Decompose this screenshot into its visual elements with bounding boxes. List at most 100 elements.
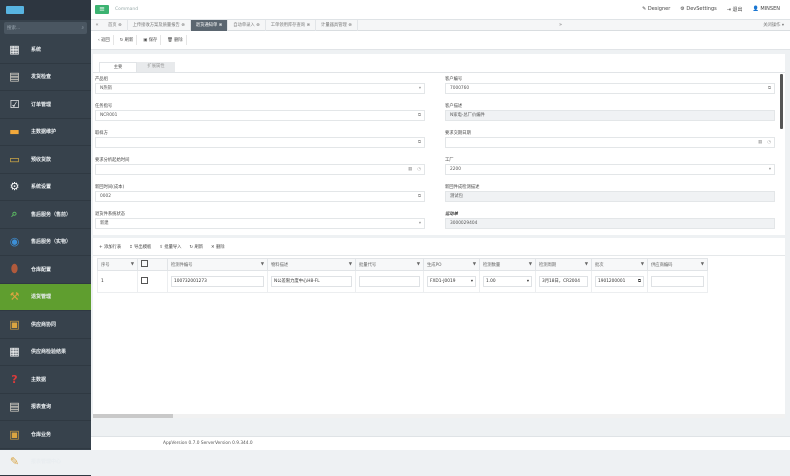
clock-icon[interactable]: ◷	[767, 138, 771, 147]
sidebar-item-7[interactable]: ◉售后服务（实物）	[0, 229, 91, 257]
filter-icon[interactable]: ▼	[585, 262, 588, 267]
back-button[interactable]: ‹ 返回	[95, 35, 114, 45]
sidebar-item-3[interactable]: ▬主数据维护	[0, 119, 91, 147]
grid-tool-button-0[interactable]: + 添加行表	[97, 243, 123, 250]
cell-lot[interactable]	[356, 271, 424, 293]
logout-link[interactable]: ⇥ 退出	[727, 6, 743, 13]
sidebar-item-0[interactable]: ▦系统	[0, 36, 91, 64]
sidebar-item-12[interactable]: ?主数据	[0, 366, 91, 394]
sidebar-item-4[interactable]: ▭预收货款	[0, 146, 91, 174]
sidebar-item-6[interactable]: ⌕售后服务（售前）	[0, 201, 91, 229]
column-header-8[interactable]: 批次▼	[592, 259, 648, 271]
cell-qty[interactable]: 1.00▾	[480, 271, 536, 293]
lookup-icon[interactable]: ⧉	[418, 111, 421, 120]
close-icon[interactable]: ⊗	[117, 23, 122, 28]
tab-main[interactable]: 主要	[99, 62, 137, 72]
designer-link[interactable]: ✎ Designer	[642, 6, 670, 13]
cell-chk[interactable]	[138, 271, 168, 293]
field-input[interactable]: NCR001⧉	[95, 110, 425, 121]
refresh-button[interactable]: ↻ 刷新	[117, 35, 138, 45]
lookup-icon[interactable]: ⧉	[418, 192, 421, 201]
table-row[interactable]: 1100732001273N公差限力度中心H8-FLFXD1-J0019▾1.0…	[98, 271, 708, 293]
close-icon[interactable]: ⊗	[180, 23, 185, 28]
sidebar-item-2[interactable]: ☑订单管理	[0, 91, 91, 119]
column-header-4[interactable]: 批量代号▼	[356, 259, 424, 271]
cell-batch[interactable]: 1901200001⧉	[592, 271, 648, 293]
caret-down-icon[interactable]: ▾	[527, 277, 529, 286]
calendar-icon[interactable]: ▦	[408, 165, 412, 174]
sidebar-item-1[interactable]: ▤发货检查	[0, 64, 91, 92]
column-header-5[interactable]: 生成PO▼	[424, 259, 480, 271]
cell-supplier[interactable]	[648, 271, 708, 293]
grid-tool-button-3[interactable]: ↻ 刷新	[187, 243, 205, 250]
column-header-6[interactable]: 检测数量▼	[480, 259, 536, 271]
filter-icon[interactable]: ▼	[473, 262, 476, 267]
cell-input[interactable]: 3月18日，CR2004	[539, 276, 588, 287]
field-input[interactable]: 2200▾	[445, 164, 775, 175]
tab-ops-dropdown[interactable]: 关闭操作 ▾	[763, 22, 790, 28]
cell-part_no[interactable]: 100732001273	[168, 271, 268, 293]
sidebar-item-10[interactable]: ▣供应商协同	[0, 311, 91, 339]
filter-icon[interactable]: ▼	[529, 262, 532, 267]
caret-down-icon[interactable]: ▾	[769, 165, 771, 174]
cell-period[interactable]: 3月18日，CR2004	[536, 271, 592, 293]
form-scrollbar[interactable]	[780, 74, 783, 129]
field-input[interactable]: ◷▦	[95, 164, 425, 175]
column-header-1[interactable]	[138, 259, 168, 271]
sidebar-item-9[interactable]: ⚒退货管理	[0, 284, 91, 312]
grid-tool-button-4[interactable]: ✕ 删除	[209, 243, 227, 250]
field-input[interactable]: 7000760⧉	[445, 83, 775, 94]
delete-button[interactable]: 🗑 删除	[164, 35, 186, 45]
cell-input[interactable]: 1.00▾	[483, 276, 532, 287]
column-header-3[interactable]: 物料描述▼	[268, 259, 356, 271]
column-header-9[interactable]: 供应商编码▼	[648, 259, 708, 271]
grid-tool-button-2[interactable]: ⇪ 批量导入	[157, 243, 183, 250]
calendar-icon[interactable]: ▦	[758, 138, 762, 147]
cell-input[interactable]	[651, 276, 704, 287]
grid-tool-button-1[interactable]: ↥ 导出模板	[127, 243, 153, 250]
column-header-2[interactable]: 检测件编号▼	[168, 259, 268, 271]
devsettings-link[interactable]: ⚙ DevSettings	[680, 6, 716, 13]
filter-icon[interactable]: ▼	[417, 262, 420, 267]
cell-input[interactable]: N公差限力度中心H8-FL	[271, 276, 352, 287]
column-header-7[interactable]: 检测周期▼	[536, 259, 592, 271]
cell-input[interactable]	[359, 276, 420, 287]
lookup-icon[interactable]: ⧉	[768, 84, 771, 93]
filter-icon[interactable]: ▼	[349, 262, 352, 267]
close-icon[interactable]: ⊗	[217, 23, 222, 28]
user-menu[interactable]: 👤 MINSEN	[753, 6, 780, 13]
filter-icon[interactable]: ▼	[641, 262, 644, 267]
lookup-icon[interactable]: ⧉	[638, 277, 641, 286]
caret-down-icon[interactable]: ▾	[471, 277, 473, 286]
sidebar-item-13[interactable]: ▤报表查询	[0, 394, 91, 422]
cell-material[interactable]: N公差限力度中心H8-FL	[268, 271, 356, 293]
close-icon[interactable]: ⊗	[347, 23, 352, 28]
hamburger-icon[interactable]: ≡	[95, 5, 109, 14]
cell-input[interactable]: FXD1-J0019▾	[427, 276, 476, 287]
tab-0[interactable]: 首页 ⊗	[103, 20, 128, 31]
tab-prev-icon[interactable]: «	[91, 22, 103, 28]
field-input[interactable]: 新建▾	[95, 218, 425, 229]
close-icon[interactable]: ⊗	[305, 23, 310, 28]
cell-input[interactable]: 100732001273	[171, 276, 264, 287]
sidebar-search[interactable]: 搜索... ⌕	[4, 22, 87, 34]
cell-po[interactable]: FXD1-J0019▾	[424, 271, 480, 293]
sidebar-item-5[interactable]: ⚙系统设置	[0, 174, 91, 202]
clock-icon[interactable]: ◷	[417, 165, 421, 174]
tab-3[interactable]: 自动单录入 ⊗	[228, 20, 265, 31]
tab-next-icon[interactable]: »	[555, 22, 567, 28]
sidebar-item-11[interactable]: ▦供应商检验结果	[0, 339, 91, 367]
sidebar-item-14[interactable]: ▣仓库业务	[0, 421, 91, 449]
lookup-icon[interactable]: ⧉	[418, 138, 421, 147]
tab-4[interactable]: 工单领用库存查询 ⊗	[266, 20, 316, 31]
sidebar-item-8[interactable]: ⬮仓库配置	[0, 256, 91, 284]
column-header-0[interactable]: 序号▼	[98, 259, 138, 271]
field-input[interactable]: ⧉	[95, 137, 425, 148]
caret-down-icon[interactable]: ▾	[419, 84, 421, 93]
field-input[interactable]: ◷▦	[445, 137, 775, 148]
grid-hscrollbar[interactable]	[93, 414, 785, 418]
sidebar-item-15[interactable]: ✎报表管理中心	[0, 449, 91, 476]
cell-input[interactable]: 1901200001⧉	[595, 276, 644, 287]
tab-5[interactable]: 计量器具管理 ⊗	[316, 20, 358, 31]
row-checkbox[interactable]	[141, 277, 148, 284]
